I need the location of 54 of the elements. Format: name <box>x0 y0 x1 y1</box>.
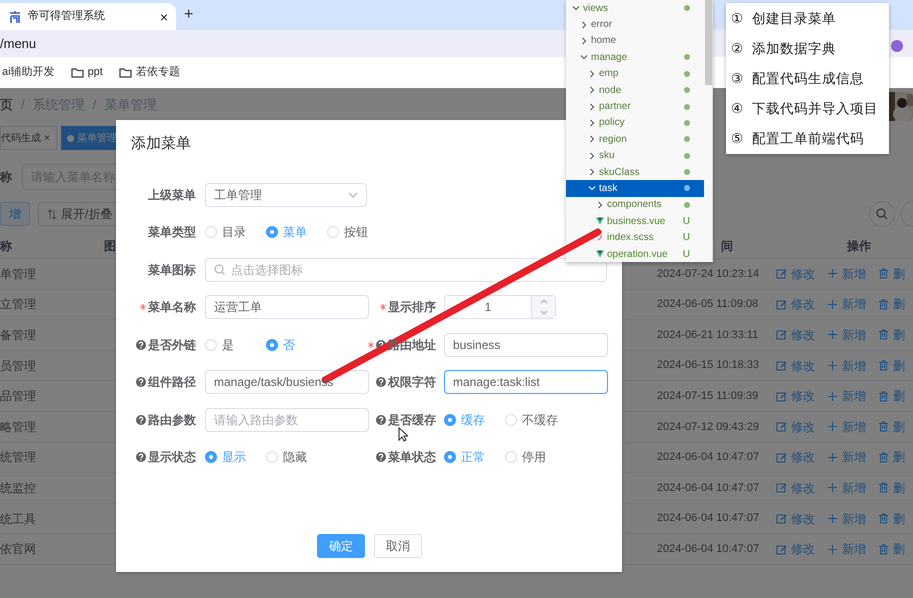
table-cell: 2024-06-04 10:47:07 <box>656 482 760 494</box>
table-cell: 品管理 <box>0 389 36 404</box>
field-label: 菜单类型 <box>148 224 196 242</box>
table-cell: 员管理 <box>0 358 36 373</box>
field-label: 菜单名称 <box>148 299 196 316</box>
table-cell: 略管理 <box>0 420 36 434</box>
table-cell: 统工具 <box>0 512 36 526</box>
status-letter: U <box>682 214 690 229</box>
step-number: ① <box>731 10 744 28</box>
status-letter: U <box>682 231 690 246</box>
column-header: 操作 <box>847 238 871 252</box>
table-cell: 2024-07-12 09:43:29 <box>656 420 760 433</box>
table-cell: 单管理 <box>0 266 36 281</box>
step-number: ⑤ <box>731 130 744 148</box>
step-text: 配置工单前端代码 <box>752 130 864 148</box>
table-cell: 立管理 <box>0 297 36 312</box>
column-header: 图 <box>104 238 116 252</box>
step-text: 下载代码并导入项目 <box>752 100 878 118</box>
field-label: 菜单图标 <box>148 262 196 279</box>
step-text: 创建目录菜单 <box>752 10 836 28</box>
field-label: 称 <box>0 169 10 186</box>
dialog-title: 添加菜单 <box>131 134 191 154</box>
tab-title: 帝可得管理系统 <box>28 8 105 24</box>
field-label: 显示排序 <box>388 299 436 316</box>
step-number: ④ <box>731 100 744 118</box>
table-cell: 2024-07-24 10:23:14 <box>656 268 760 280</box>
field-label: 权限字符 <box>388 374 436 392</box>
column-header: 称 <box>0 238 12 252</box>
address-text: /menu <box>0 34 36 53</box>
step-number: ② <box>731 40 744 58</box>
field-label: 是否外链 <box>148 336 196 354</box>
step-text: 配置代码生成信息 <box>752 70 864 88</box>
step-number: ③ <box>731 70 744 88</box>
table-cell: 2024-06-04 10:47:07 <box>656 542 760 555</box>
table-cell: 备管理 <box>0 328 36 342</box>
table-cell: 统监控 <box>0 480 36 495</box>
table-cell: 2024-06-21 10:33:11 <box>656 328 758 341</box>
table-cell: 2024-06-04 10:47:07 <box>656 512 760 524</box>
step-text: 添加数据字典 <box>752 40 836 58</box>
table-cell: 2024-06-04 10:47:07 <box>656 451 760 464</box>
field-label: 是否缓存 <box>388 412 436 429</box>
table-cell: 2024-07-15 11:09:39 <box>656 390 758 402</box>
breadcrumb-separator: / <box>92 96 96 114</box>
field-label: 菜单状态 <box>388 449 436 466</box>
status-letter: U <box>682 248 690 262</box>
column-header: 间 <box>721 238 733 252</box>
field-label: 路由参数 <box>148 412 196 429</box>
table-cell: 2024-06-15 10:18:33 <box>656 359 760 372</box>
table-cell: 依官网 <box>0 542 36 556</box>
table-cell: 2024-06-05 11:09:08 <box>656 298 758 310</box>
field-label: 显示状态 <box>148 449 196 466</box>
table-cell: 统管理 <box>0 450 36 464</box>
breadcrumb-separator: / <box>21 96 25 114</box>
field-label: 组件路径 <box>148 374 196 392</box>
